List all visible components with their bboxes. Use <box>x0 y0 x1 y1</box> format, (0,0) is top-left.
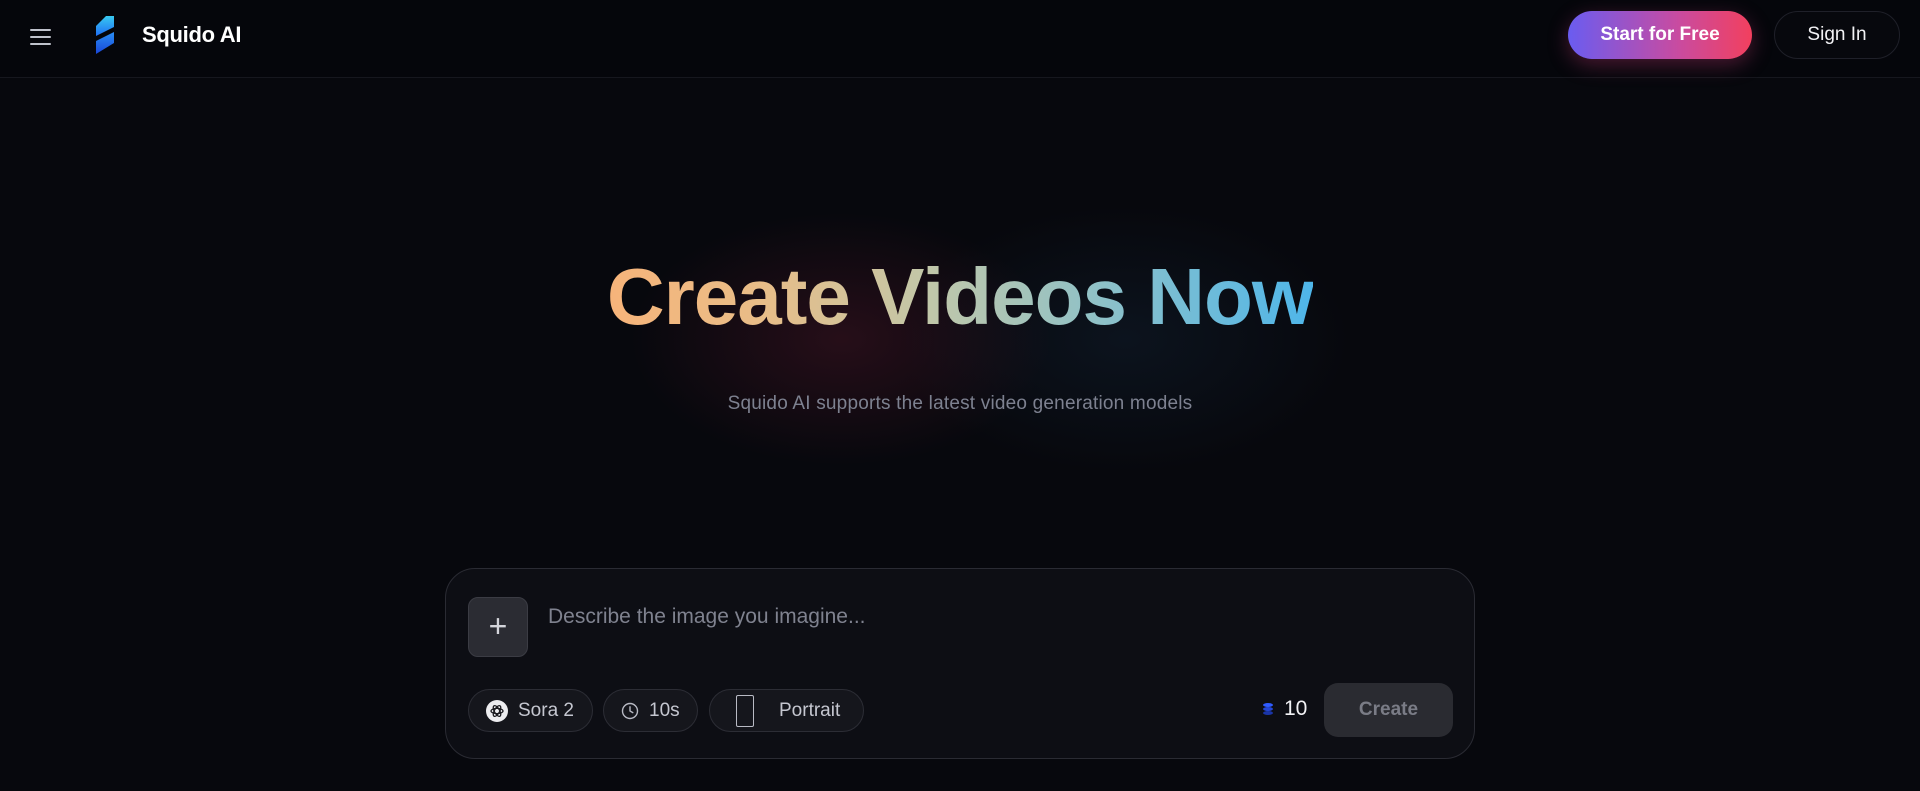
plus-icon: + <box>488 608 508 644</box>
prompt-input[interactable] <box>548 599 1428 635</box>
add-media-button[interactable]: + <box>468 597 528 657</box>
brand-name[interactable]: Squido AI <box>142 22 241 48</box>
credits-indicator: 10 <box>1262 697 1307 721</box>
hamburger-menu-icon[interactable] <box>30 24 56 50</box>
duration-selector[interactable]: 10s <box>603 689 698 732</box>
model-label: Sora 2 <box>518 699 574 721</box>
hero-background-glow <box>540 150 1400 570</box>
top-navbar: Squido AI Start for Free Sign In <box>0 0 1920 78</box>
portrait-frame-icon <box>736 694 754 727</box>
hero-title: Create Videos Now <box>606 252 1314 341</box>
start-for-free-button[interactable]: Start for Free <box>1568 11 1752 59</box>
duration-label: 10s <box>649 699 680 721</box>
orientation-selector[interactable]: Portrait <box>709 689 864 732</box>
prompt-composer: + Sora 2 10s Portrait <box>445 568 1475 759</box>
create-button[interactable]: Create <box>1324 683 1453 737</box>
model-selector[interactable]: Sora 2 <box>468 689 593 732</box>
clock-icon <box>621 702 639 719</box>
squido-logo[interactable] <box>92 16 118 54</box>
openai-icon <box>486 699 508 722</box>
credits-value: 10 <box>1284 697 1308 720</box>
hero-subtitle: Squido AI supports the latest video gene… <box>727 393 1193 414</box>
sign-in-button[interactable]: Sign In <box>1774 11 1900 59</box>
coin-stack-icon <box>1263 703 1273 715</box>
orientation-label: Portrait <box>779 699 841 721</box>
